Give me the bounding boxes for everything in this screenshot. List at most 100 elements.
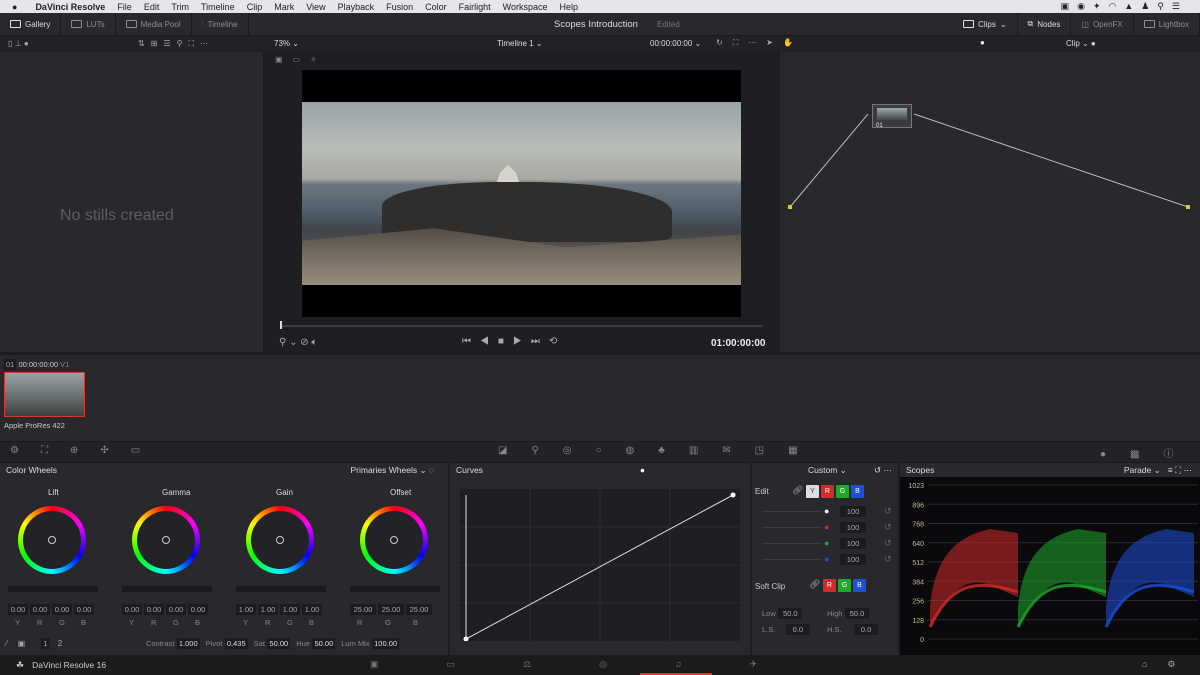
master-wheel-slider[interactable] <box>350 586 440 592</box>
clips-button[interactable]: Clips ⌄ <box>953 13 1018 35</box>
reset-icon[interactable]: ↺ <box>884 522 892 533</box>
view-option-icons[interactable]: ⇅⊞☰⚲⛶⋯ <box>138 39 214 49</box>
wheel-value[interactable]: 1.00 <box>302 604 322 615</box>
param-value[interactable]: 1.000 <box>176 638 200 649</box>
wheel-value[interactable]: 25.00 <box>350 604 376 615</box>
soft-clip-b[interactable]: B <box>852 579 866 592</box>
intensity-value[interactable]: 100 <box>840 554 866 565</box>
menu-fairlight[interactable]: Fairlight <box>459 2 491 12</box>
curve-graph[interactable] <box>460 489 740 641</box>
soft-clip-r[interactable]: R <box>822 579 836 592</box>
lightbox-button[interactable]: Lightbox <box>1134 13 1200 35</box>
reset-icon[interactable]: ↺ <box>884 538 892 549</box>
wheel-center-handle[interactable] <box>162 536 170 544</box>
wheel-value[interactable]: 25.00 <box>378 604 404 615</box>
wheel-center-handle[interactable] <box>48 536 56 544</box>
menu-mark[interactable]: Mark <box>274 2 294 12</box>
playhead[interactable] <box>280 321 282 329</box>
timecode-dropdown[interactable]: 00:00:00:00 ⌄ <box>650 39 701 48</box>
parade-dropdown[interactable]: Parade ⌄ ≡ ⛶ ⋯ <box>1124 465 1192 476</box>
viewer-tool-icons[interactable]: ↻⛶⋯➤✋ <box>716 38 803 48</box>
scrubber-bar[interactable] <box>280 325 763 327</box>
wheel-value[interactable]: 0.00 <box>8 604 28 615</box>
hs-value[interactable]: 0.0 <box>854 624 879 635</box>
channel-r-button[interactable]: R <box>820 485 834 498</box>
menu-trim[interactable]: Trim <box>171 2 189 12</box>
zoom-dropdown[interactable]: 73% ⌄ <box>274 39 299 48</box>
primaries-dropdown[interactable]: Primaries Wheels ⌄ ◌ <box>350 465 434 476</box>
palette-center-icons[interactable]: ◪⚲◎○◍♣▥✉◳▦ <box>498 445 822 456</box>
wheel-value[interactable]: 1.00 <box>258 604 278 615</box>
menu-clip[interactable]: Clip <box>247 2 263 12</box>
wheel-value[interactable]: 0.00 <box>74 604 94 615</box>
curves-more-icon[interactable]: ↺ ⋯ <box>874 465 892 476</box>
viewer-mode-icons[interactable]: ▣▭✧ <box>275 55 327 64</box>
menu-help[interactable]: Help <box>560 2 579 12</box>
mode-icon[interactable]: ▣ <box>18 639 26 648</box>
menu-view[interactable]: View <box>306 2 325 12</box>
master-wheel-slider[interactable] <box>122 586 212 592</box>
intensity-value[interactable]: 100 <box>840 522 866 533</box>
clip-mode-dropdown[interactable]: Clip ⌄ ● <box>1066 39 1096 48</box>
master-wheel-slider[interactable] <box>236 586 326 592</box>
intensity-slider[interactable] <box>762 559 822 560</box>
param-value[interactable]: 0.435 <box>224 638 248 649</box>
param-value[interactable]: 100.00 <box>372 638 400 649</box>
wheel-value[interactable]: 0.00 <box>52 604 72 615</box>
high-value[interactable]: 50.0 <box>844 608 869 619</box>
menu-fusion[interactable]: Fusion <box>386 2 413 12</box>
luts-button[interactable]: LUTs <box>61 13 116 35</box>
nodes-button[interactable]: ⧉ Nodes <box>1018 13 1072 35</box>
palette-left-icons[interactable]: ⚙⛶⊕✣▭ <box>10 445 162 456</box>
node-01[interactable]: 01 <box>872 104 912 129</box>
audio-icons[interactable]: ⚲ ⌄ ⊘ 🔈︎ <box>279 337 317 348</box>
home-settings-icons[interactable]: ⌂⚙ <box>1142 659 1196 670</box>
page-nav-icons[interactable]: ▣▭⚖◎♫✈ <box>370 659 825 670</box>
intensity-slider[interactable] <box>762 543 822 544</box>
picker-icon[interactable]: ⁄ <box>6 639 7 648</box>
wheel-value[interactable]: 0.00 <box>144 604 164 615</box>
intensity-slider[interactable] <box>762 527 822 528</box>
wheel-value[interactable]: 0.00 <box>166 604 186 615</box>
clip-thumbnail[interactable] <box>4 372 85 417</box>
master-wheel-slider[interactable] <box>8 586 98 592</box>
param-value[interactable]: 50.00 <box>267 638 291 649</box>
reset-icon[interactable]: ↺ <box>884 554 892 565</box>
transport-controls[interactable]: ⏮◀■▶⏭⟲ <box>462 336 566 347</box>
palette-right-icons[interactable]: ●▩ⓘ <box>1100 445 1198 460</box>
openfx-button[interactable]: ◫ OpenFX <box>1071 13 1134 35</box>
custom-dropdown[interactable]: Custom ⌄ <box>808 465 847 476</box>
page-2-button[interactable]: 2 <box>58 639 62 648</box>
low-value[interactable]: 50.0 <box>778 608 803 619</box>
wheel-value[interactable]: 25.00 <box>406 604 432 615</box>
menu-playback[interactable]: Playback <box>338 2 375 12</box>
intensity-slider[interactable] <box>762 511 822 512</box>
apple-icon[interactable]: ● <box>12 2 17 12</box>
wheel-value[interactable]: 0.00 <box>122 604 142 615</box>
channel-b-button[interactable]: B <box>850 485 864 498</box>
wheel-center-handle[interactable] <box>276 536 284 544</box>
media-pool-button[interactable]: Media Pool <box>116 13 192 35</box>
param-value[interactable]: 50.00 <box>312 638 336 649</box>
gallery-button[interactable]: Gallery <box>0 13 62 35</box>
menu-edit[interactable]: Edit <box>144 2 160 12</box>
wheel-center-handle[interactable] <box>390 536 398 544</box>
menu-color[interactable]: Color <box>425 2 447 12</box>
ls-value[interactable]: 0.0 <box>785 624 810 635</box>
timeline-dropdown[interactable]: Timeline 1 ⌄ <box>497 39 543 48</box>
menu-workspace[interactable]: Workspace <box>503 2 548 12</box>
wheel-value[interactable]: 1.00 <box>236 604 256 615</box>
intensity-value[interactable]: 100 <box>840 538 866 549</box>
sidebar-icons[interactable]: ▯ ⊥ ● <box>8 39 29 48</box>
page-1-button[interactable]: 1 <box>41 638 50 649</box>
soft-clip-link-icon[interactable]: 🔗︎ <box>809 579 820 589</box>
menu-timeline[interactable]: Timeline <box>201 2 235 12</box>
wheel-value[interactable]: 0.00 <box>30 604 50 615</box>
link-icon[interactable]: 🔗︎ <box>792 485 803 495</box>
timeline-button[interactable]: ⫶ Timeline <box>192 13 249 35</box>
channel-y-button[interactable]: Y <box>805 485 819 498</box>
menu-app[interactable]: DaVinci Resolve <box>35 2 105 12</box>
wheel-value[interactable]: 1.00 <box>280 604 300 615</box>
reset-icon[interactable]: ↺ <box>884 506 892 517</box>
channel-g-button[interactable]: G <box>835 485 849 498</box>
